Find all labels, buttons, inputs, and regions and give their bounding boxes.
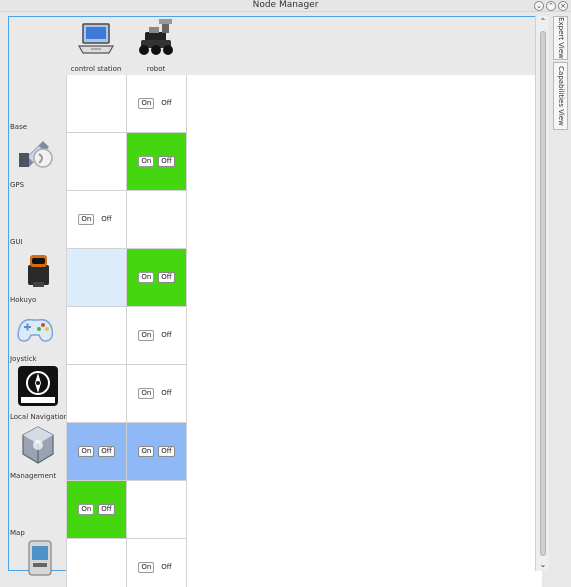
view-tabs: Expert View Capabilities View <box>550 16 571 136</box>
map-device-icon <box>28 540 52 576</box>
close-button[interactable]: × <box>558 1 568 11</box>
capability-cell <box>67 133 127 191</box>
off-toggle-button[interactable]: Off <box>158 272 175 283</box>
navigation-icon <box>18 366 58 406</box>
window-title: Node Manager <box>252 0 319 10</box>
off-toggle-button[interactable]: Off <box>98 504 115 515</box>
scroll-thumb[interactable] <box>540 31 546 556</box>
management-cube-icon <box>22 426 54 464</box>
capability-row-labels: Base GPS GUI Hokuyo Joystick Local Navig… <box>9 75 66 587</box>
host-label: robot <box>146 65 166 73</box>
capability-cell <box>67 539 127 587</box>
off-toggle-button[interactable]: Off <box>158 156 175 167</box>
capability-toggle-cell[interactable]: On Off <box>127 423 187 481</box>
capability-toggle-cell[interactable]: On Off <box>127 75 187 133</box>
on-toggle-button[interactable]: On <box>138 446 155 457</box>
capability-toggle-cell[interactable]: On Off <box>127 133 187 191</box>
gps-satellite-icon <box>19 141 53 168</box>
row-label-map: Map <box>10 529 25 537</box>
robot-icon <box>139 19 173 55</box>
joystick-icon <box>17 318 54 342</box>
row-label-management: Management <box>10 472 57 480</box>
off-toggle-button[interactable]: Off <box>98 446 115 457</box>
host-column-control-station[interactable]: control station <box>66 17 126 75</box>
capability-grid: On Off On Off On Off On Off On Off On Off On Off On Off… <box>66 75 542 587</box>
capability-toggle-cell[interactable]: On Off <box>127 539 187 587</box>
off-toggle-button[interactable]: Off <box>98 214 114 225</box>
capability-toggle-cell[interactable]: On Off <box>127 365 187 423</box>
off-toggle-button[interactable]: Off <box>158 330 174 341</box>
row-label-base: Base <box>10 123 28 131</box>
tab-expert-view[interactable]: Expert View <box>553 16 568 60</box>
capability-toggle-cell[interactable]: On Off <box>127 307 187 365</box>
capability-cell <box>67 75 127 133</box>
capability-cell <box>67 307 127 365</box>
row-label-local-navigation: Local Navigation <box>10 413 66 421</box>
laptop-icon <box>77 23 115 54</box>
on-toggle-button[interactable]: On <box>138 98 155 109</box>
node-manager-panel: control station robot Base GPS GUI Hokuy… <box>8 16 542 587</box>
on-toggle-button[interactable]: On <box>138 562 155 573</box>
vertical-scrollbar[interactable]: ⌃ ⌄ <box>535 16 549 571</box>
on-toggle-button[interactable]: On <box>78 504 95 515</box>
hokuyo-laser-icon <box>28 255 49 287</box>
capability-toggle-cell[interactable]: On Off <box>67 423 127 481</box>
minimize-button[interactable]: ⌄ <box>534 1 544 11</box>
host-column-robot[interactable]: robot <box>126 17 186 75</box>
off-toggle-button[interactable]: Off <box>158 562 174 573</box>
off-toggle-button[interactable]: Off <box>158 98 174 109</box>
scroll-down-icon[interactable]: ⌄ <box>538 560 548 570</box>
row-label-joystick: Joystick <box>10 355 37 363</box>
row-label-gps: GPS <box>10 181 25 189</box>
capability-toggle-cell[interactable]: On Off <box>67 191 127 249</box>
capability-cell <box>127 481 187 539</box>
off-toggle-button[interactable]: Off <box>158 388 174 399</box>
maximize-button[interactable]: ⌃ <box>546 1 556 11</box>
off-toggle-button[interactable]: Off <box>158 446 175 457</box>
row-label-hokuyo: Hokuyo <box>10 296 37 304</box>
capability-cell <box>67 249 127 307</box>
scroll-up-icon[interactable]: ⌃ <box>538 17 548 27</box>
tab-capabilities-view-label: Capabilities View <box>556 66 565 126</box>
capability-cell <box>67 365 127 423</box>
on-toggle-button[interactable]: On <box>138 330 155 341</box>
window-titlebar: Node Manager ⌄ ⌃ × <box>0 0 571 12</box>
on-toggle-button[interactable]: On <box>138 272 155 283</box>
on-toggle-button[interactable]: On <box>138 156 155 167</box>
tab-expert-view-label: Expert View <box>556 17 565 59</box>
on-toggle-button[interactable]: On <box>138 388 155 399</box>
on-toggle-button[interactable]: On <box>78 214 95 225</box>
on-toggle-button[interactable]: On <box>78 446 95 457</box>
host-label: control station <box>70 65 122 73</box>
row-label-gui: GUI <box>10 238 23 246</box>
capability-cell <box>127 191 187 249</box>
tab-capabilities-view[interactable]: Capabilities View <box>553 62 568 130</box>
capability-toggle-cell[interactable]: On Off <box>127 249 187 307</box>
capability-toggle-cell[interactable]: On Off <box>67 481 127 539</box>
